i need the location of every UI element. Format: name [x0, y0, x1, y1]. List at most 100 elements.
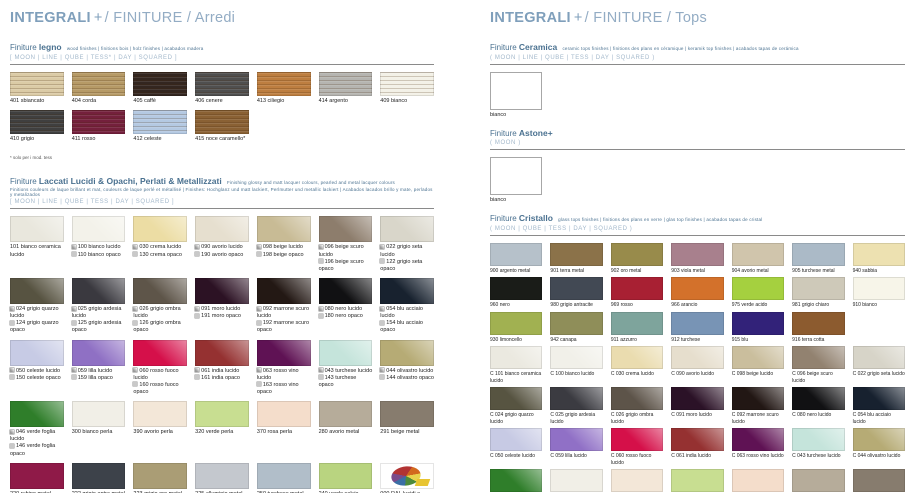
color-swatch: [550, 387, 602, 410]
swatch-cell: 223 grigio oro metal: [133, 463, 187, 493]
swatch-cell: 960 nero: [490, 277, 542, 309]
swatch-label: 370 rosa perla: [257, 429, 311, 436]
swatch-label: 390 avorio perla: [133, 429, 187, 436]
color-swatch: [10, 278, 64, 304]
swatch-cell: 401 sbiancato: [10, 72, 64, 105]
swatch-cell: C 059 lilla lucido: [550, 428, 602, 466]
swatch-label: 100 bianco lucido110 bianco opaco: [72, 244, 126, 258]
gloss-finish-icon: [195, 307, 199, 311]
brand-plus: +: [574, 10, 583, 26]
swatch-label: 905 turchese metal: [792, 268, 844, 275]
color-swatch: [671, 243, 723, 266]
color-swatch: [732, 243, 784, 266]
models-list-laccati: [ MOON | LINE | QUBE | TESS | DAY | SQUA…: [10, 199, 434, 205]
swatch-cell: 969 rosso: [611, 277, 663, 309]
swatch-cell: C 320 verde perla: [671, 469, 723, 493]
swatch-cell: C 280 avorio metal: [792, 469, 844, 493]
gloss-finish-icon: [257, 368, 261, 372]
gloss-finish-icon: [319, 245, 323, 249]
swatch-cell: 415 noce caramello*: [195, 110, 249, 143]
swatch-label: bianco: [490, 112, 905, 118]
swatch-label: 061 india lucido161 india opaco: [195, 368, 249, 382]
color-swatch: [72, 340, 126, 366]
color-swatch: [611, 243, 663, 266]
color-swatch: [380, 216, 434, 242]
swatch-label: 969 rosso: [611, 302, 663, 309]
swatch-cell: C 063 rosso vino lucido: [732, 428, 784, 466]
color-swatch: [490, 243, 542, 266]
matt-finish-icon: [380, 259, 384, 263]
swatch-label: 980 grigio antracite: [550, 302, 602, 309]
color-swatch: [732, 346, 784, 369]
swatch-cell: 915 blu: [732, 312, 784, 344]
swatch-label: 911 azzurro: [611, 337, 663, 344]
section-legno-header: Finiture legno wood finishes | finitions…: [10, 42, 434, 65]
brand-name: INTEGRALI: [10, 10, 91, 26]
swatch-cell: 981 grigio chiaro: [792, 277, 844, 309]
swatch-cell: 280 avorio metal: [319, 401, 373, 458]
swatch-cell: 414 argento: [319, 72, 373, 105]
footnote: * solo per i mod. tess: [10, 155, 434, 160]
swatch-label: 098 beige lucido198 beige opaco: [257, 244, 311, 258]
swatch-label: C 024 grigio quarzo lucido: [490, 412, 542, 425]
swatch-label: C 030 crema lucido: [611, 371, 663, 378]
swatch-cell: 250 turchese metal: [257, 463, 311, 493]
swatch-label: 409 bianco: [380, 98, 434, 105]
color-swatch: [195, 72, 249, 96]
swatch-cell: 043 turchese lucido143 turchese opaco: [319, 340, 373, 397]
color-swatch: [792, 346, 844, 369]
swatch-cell: 901 terra metal: [550, 243, 602, 275]
color-swatch: [671, 312, 723, 335]
swatch-cell: 091 moro lucido191 moro opaco: [195, 278, 249, 335]
matt-finish-icon: [10, 321, 14, 325]
swatch-cell: 090 avorio lucido190 avorio opaco: [195, 216, 249, 273]
color-swatch: [195, 463, 249, 489]
matt-finish-icon: [257, 321, 261, 325]
color-swatch: [133, 401, 187, 427]
section-langs: ceramic tops finishes | finitions des pl…: [562, 46, 798, 51]
swatch-cell: 024 grigio quarzo lucido124 grigio quarz…: [10, 278, 64, 335]
swatch-cell: 240 verde salvia metal: [319, 463, 373, 493]
color-swatch: [490, 312, 542, 335]
swatch-cell: 910 bianco: [853, 277, 905, 309]
color-swatch: [490, 277, 542, 300]
swatch-label: 901 terra metal: [550, 268, 602, 275]
swatch-label: 414 argento: [319, 98, 373, 105]
color-swatch: [611, 469, 663, 492]
swatch-label: 940 sabbia: [853, 268, 905, 275]
divider: [490, 64, 905, 65]
section-langs: glass tops finishes | finitions des plan…: [558, 217, 762, 222]
swatch-cell: 980 grigio antracite: [550, 277, 602, 309]
swatch-label: 291 beige metal: [380, 429, 434, 436]
color-swatch: [72, 110, 126, 134]
gloss-finish-icon: [195, 245, 199, 249]
swatch-label: 915 blu: [732, 337, 784, 344]
color-swatch: [257, 72, 311, 96]
swatch-label: C 091 moro lucido: [671, 412, 723, 419]
swatch-cell: 911 azzurro: [611, 312, 663, 344]
empty-cell: [853, 312, 905, 344]
gloss-finish-icon: [195, 368, 199, 372]
swatch-cell: 022 grigio seta lucido122 grigio seta op…: [380, 216, 434, 273]
swatch-label: 410 grigio: [10, 136, 64, 143]
swatch-label: bianco: [490, 197, 905, 203]
swatch-label: C 022 grigio seta lucido: [853, 371, 905, 378]
color-swatch: [72, 278, 126, 304]
color-swatch: [671, 387, 723, 410]
brand-plus: +: [94, 10, 103, 26]
swatch-label: 090 avorio lucido190 avorio opaco: [195, 244, 249, 258]
swatch-label: 025 grigio ardesia lucido125 grigio arde…: [72, 306, 126, 335]
gloss-finish-icon: [133, 245, 137, 249]
swatch-label: 024 grigio quarzo lucido124 grigio quarz…: [10, 306, 64, 335]
color-swatch: [550, 428, 602, 451]
swatch-label: 046 verde foglia lucido146 verde foglia …: [10, 429, 64, 458]
swatch-cell: C 030 crema lucido: [611, 346, 663, 384]
models-list-legno: [ MOON | LINE | QUBE | TESS* | DAY | SQU…: [10, 55, 434, 61]
swatch-label: 022 grigio seta lucido122 grigio seta op…: [380, 244, 434, 273]
color-swatch: [195, 340, 249, 366]
swatch-label: 910 bianco: [853, 302, 905, 309]
color-swatch: [550, 277, 602, 300]
swatch-cell: C 390 avorio perla: [611, 469, 663, 493]
swatch-label: 050 celeste lucido150 celeste opaco: [10, 368, 64, 382]
swatch-label: 966 arancio: [671, 302, 723, 309]
